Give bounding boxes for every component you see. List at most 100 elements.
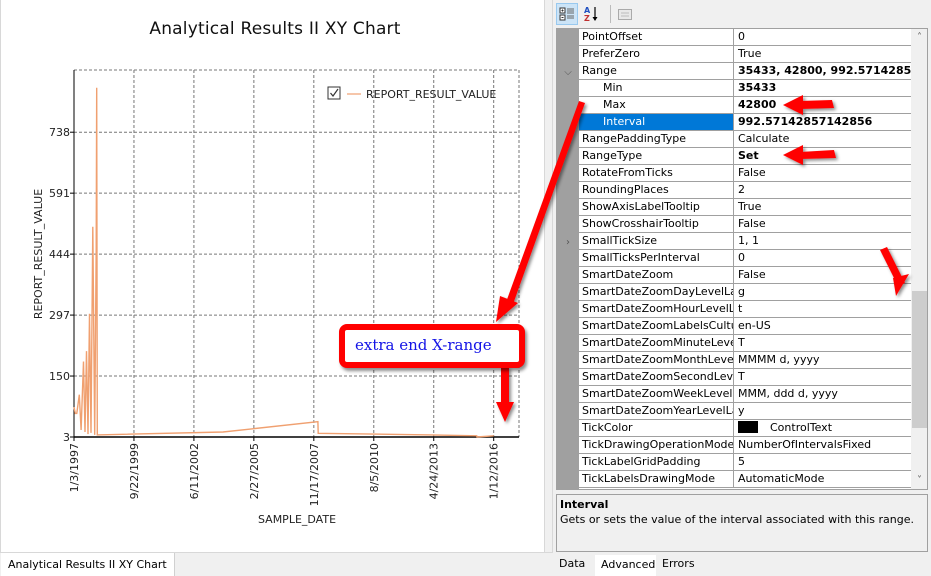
property-name[interactable]: SmartDateZoomDayLevelLabel	[579, 284, 734, 300]
property-value[interactable]: ControlText	[735, 420, 911, 436]
property-name[interactable]: SmartDateZoomMonthLevelLabel	[579, 352, 734, 368]
property-value[interactable]: AutomaticMode	[735, 471, 911, 487]
property-name[interactable]: PointOffset	[579, 29, 734, 45]
property-name[interactable]: SmallTicksPerInterval	[579, 250, 734, 266]
property-row[interactable]: SmartDateZoomWeekLevelLabelMMM, ddd d, y…	[579, 386, 911, 403]
property-row[interactable]: SmartDateZoom False	[579, 267, 911, 284]
property-value[interactable]: Set	[735, 148, 911, 164]
property-value[interactable]: g	[735, 284, 911, 300]
tab-data[interactable]: Data	[553, 554, 591, 576]
property-value[interactable]: MMMM d, yyyy	[735, 352, 911, 368]
property-row[interactable]: SmartDateZoomLabelsCulture en-US	[579, 318, 911, 335]
property-value[interactable]: False	[735, 267, 911, 283]
property-row[interactable]: Range35433, 42800, 992.5714285714	[579, 63, 911, 80]
series-line[interactable]	[73, 87, 494, 438]
property-name[interactable]: SmartDateZoomLabelsCulture	[579, 318, 734, 334]
property-value[interactable]: y	[735, 403, 911, 419]
property-pages-button[interactable]	[614, 3, 636, 25]
property-row[interactable]: PreferZero True	[579, 46, 911, 63]
property-row[interactable]: SmartDateZoomDayLevelLabelg	[579, 284, 911, 301]
property-value[interactable]: False	[735, 165, 911, 181]
property-name[interactable]: SmartDateZoomYearLevelLabel	[579, 403, 734, 419]
property-name[interactable]: Range	[579, 63, 734, 79]
app-window: Analytical Results II XY Chart 3 150 297 44…	[0, 0, 931, 576]
tab-errors[interactable]: Errors	[656, 554, 701, 576]
property-value[interactable]: 5	[735, 454, 911, 470]
property-name[interactable]: ShowAxisLabelTooltip	[579, 199, 734, 215]
property-value[interactable]: True	[735, 46, 911, 62]
property-row[interactable]: TickColor ControlText	[579, 420, 911, 437]
scrollbar-thumb[interactable]	[912, 291, 927, 428]
property-value[interactable]: False	[735, 216, 911, 232]
property-row[interactable]: RangePaddingType Calculate	[579, 131, 911, 148]
property-value[interactable]: True	[735, 199, 911, 215]
property-value[interactable]: 2	[735, 182, 911, 198]
property-row[interactable]: SmallTicksPerInterval 0	[579, 250, 911, 267]
property-value[interactable]: 0	[735, 29, 911, 45]
property-name[interactable]: RotateFromTicks	[579, 165, 734, 181]
chevron-down-icon[interactable]: ⌵	[562, 67, 574, 79]
property-row[interactable]: SmartDateZoomYearLevelLabely	[579, 403, 911, 420]
property-row[interactable]: SmartDateZoomMonthLevelLabelMMMM d, yyyy	[579, 352, 911, 369]
property-value[interactable]: 0	[735, 250, 911, 266]
property-row[interactable]: ShowCrosshairTooltip False	[579, 216, 911, 233]
property-row[interactable]: SmallTickSize 1, 1	[579, 233, 911, 250]
legend-checkbox[interactable]	[327, 86, 341, 100]
scroll-down-icon[interactable]: ˅	[911, 472, 927, 489]
property-row[interactable]: TickLabelsDrawingMode AutomaticMode	[579, 471, 911, 488]
property-row[interactable]: Min 35433	[579, 80, 911, 97]
property-value[interactable]: T	[735, 369, 911, 385]
property-value[interactable]: 1, 1	[735, 233, 911, 249]
property-value[interactable]: NumberOfIntervalsFixed	[735, 437, 911, 453]
property-row[interactable]: RotateFromTicks False	[579, 165, 911, 182]
property-value[interactable]: Calculate	[735, 131, 911, 147]
property-name[interactable]: SmartDateZoom	[579, 267, 734, 283]
property-name[interactable]: TickLabelsDrawingMode	[579, 471, 734, 487]
property-name[interactable]: SmartDateZoomHourLevelLabel	[579, 301, 734, 317]
scroll-up-icon[interactable]: ˄	[911, 29, 927, 46]
property-name[interactable]: SmallTickSize	[579, 233, 734, 249]
categorized-button[interactable]	[556, 3, 578, 25]
property-value[interactable]: 35433, 42800, 992.5714285714	[735, 63, 911, 79]
property-value[interactable]: 42800	[735, 97, 911, 113]
property-name[interactable]: Interval	[579, 114, 734, 130]
property-name[interactable]: Min	[579, 80, 734, 96]
property-name[interactable]: TickColor	[579, 420, 734, 436]
property-name[interactable]: TickLabelGridPadding	[579, 454, 734, 470]
tab-advanced[interactable]: Advanced	[595, 555, 656, 576]
property-name[interactable]: RangePaddingType	[579, 131, 734, 147]
property-grid-scrollbar[interactable]: ˄ ˅	[911, 29, 927, 489]
property-value[interactable]: 992.57142857142856	[735, 114, 911, 130]
property-name[interactable]: SmartDateZoomWeekLevelLabel	[579, 386, 734, 402]
property-name[interactable]: ShowCrosshairTooltip	[579, 216, 734, 232]
tab-analytical-results-chart[interactable]: Analytical Results II XY Chart	[1, 553, 175, 576]
property-name[interactable]: SmartDateZoomMinuteLevelLabel	[579, 335, 734, 351]
property-name[interactable]: TickDrawingOperationMode	[579, 437, 734, 453]
property-row[interactable]: Interval 992.57142857142856	[579, 114, 911, 131]
alphabetical-button[interactable]: A Z	[581, 3, 603, 25]
property-value[interactable]: en-US	[735, 318, 911, 334]
property-row[interactable]: SmartDateZoomSecondLevelLabelT	[579, 369, 911, 386]
property-row[interactable]: ShowAxisLabelTooltip True	[579, 199, 911, 216]
property-row[interactable]: TickDrawingOperationMode NumberOfInterval…	[579, 437, 911, 454]
property-row[interactable]: PointOffset 0	[579, 29, 911, 46]
property-value[interactable]: 35433	[735, 80, 911, 96]
property-row[interactable]: Max 42800	[579, 97, 911, 114]
property-row[interactable]: RoundingPlaces 2	[579, 182, 911, 199]
property-name[interactable]: RoundingPlaces	[579, 182, 734, 198]
property-value[interactable]: t	[735, 301, 911, 317]
property-name[interactable]: Max	[579, 97, 734, 113]
chart-plot[interactable]: 3 150 297 444 591 738 1/3/1997 9/22/1999 6/11/2…	[1, 0, 546, 552]
callout-text: extra end X-range	[355, 336, 492, 354]
property-value[interactable]: MMM, ddd d, yyyy	[735, 386, 911, 402]
property-row[interactable]: SmartDateZoomHourLevelLabelt	[579, 301, 911, 318]
property-name[interactable]: RangeType	[579, 148, 734, 164]
property-row[interactable]: TickLabelGridPadding 5	[579, 454, 911, 471]
property-name[interactable]: SmartDateZoomSecondLevelLabel	[579, 369, 734, 385]
property-row[interactable]: RangeType Set	[579, 148, 911, 165]
property-row[interactable]: SmartDateZoomMinuteLevelLabelT	[579, 335, 911, 352]
property-grid-toolbar: A Z	[553, 0, 931, 27]
property-value[interactable]: T	[735, 335, 911, 351]
chevron-right-icon[interactable]: ›	[562, 237, 574, 249]
property-name[interactable]: PreferZero	[579, 46, 734, 62]
